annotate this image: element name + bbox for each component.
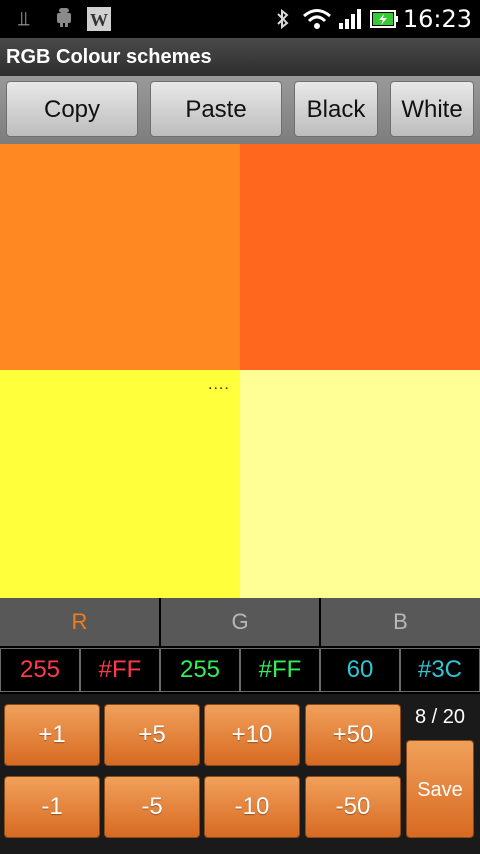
channel-tab-g[interactable]: G	[161, 598, 319, 646]
red-hex-value: #FF	[80, 648, 160, 692]
selected-swatch-marker: ....	[208, 376, 230, 393]
black-button[interactable]: Black	[294, 81, 378, 137]
battery-icon	[370, 7, 400, 36]
swatch-bottom-left[interactable]	[0, 370, 240, 598]
minus-5-button[interactable]: -5	[104, 776, 200, 838]
minus-1-button[interactable]: -1	[4, 776, 100, 838]
android-icon	[54, 7, 74, 35]
channel-tab-r[interactable]: R	[0, 598, 159, 646]
bluetooth-icon	[276, 7, 290, 36]
green-hex-value: #FF	[240, 648, 320, 692]
app-title-bar: RGB Colour schemes	[0, 38, 480, 78]
plus-5-button[interactable]: +5	[104, 704, 200, 766]
copy-button[interactable]: Copy	[6, 81, 138, 137]
app-title: RGB Colour schemes	[6, 46, 212, 68]
toolbar: Copy Paste Black White	[0, 76, 480, 144]
plus-50-button[interactable]: +50	[305, 704, 401, 766]
w-app-icon: W	[86, 6, 112, 38]
svg-text:W: W	[90, 10, 108, 30]
clock: 16:23	[402, 5, 472, 33]
white-button[interactable]: White	[390, 81, 474, 137]
minus-50-button[interactable]: -50	[305, 776, 401, 838]
red-decimal-value: 255	[0, 648, 80, 692]
wifi-icon	[302, 7, 332, 36]
scheme-counter: 8 / 20	[414, 706, 466, 728]
usb-icon: ⫫	[18, 8, 30, 30]
green-decimal-value: 255	[160, 648, 240, 692]
blue-hex-value: #3C	[400, 648, 480, 692]
channel-tab-b[interactable]: B	[321, 598, 480, 646]
save-button[interactable]: Save	[406, 740, 474, 838]
blue-decimal-value: 60	[320, 648, 400, 692]
swatch-top-right[interactable]	[240, 144, 480, 370]
swatch-bottom-right[interactable]	[240, 370, 480, 598]
signal-icon	[338, 7, 364, 36]
plus-10-button[interactable]: +10	[204, 704, 300, 766]
status-bar: ⫫ W 16:23	[0, 0, 480, 38]
minus-10-button[interactable]: -10	[204, 776, 300, 838]
plus-1-button[interactable]: +1	[4, 704, 100, 766]
swatch-top-left[interactable]	[0, 144, 240, 370]
paste-button[interactable]: Paste	[150, 81, 282, 137]
